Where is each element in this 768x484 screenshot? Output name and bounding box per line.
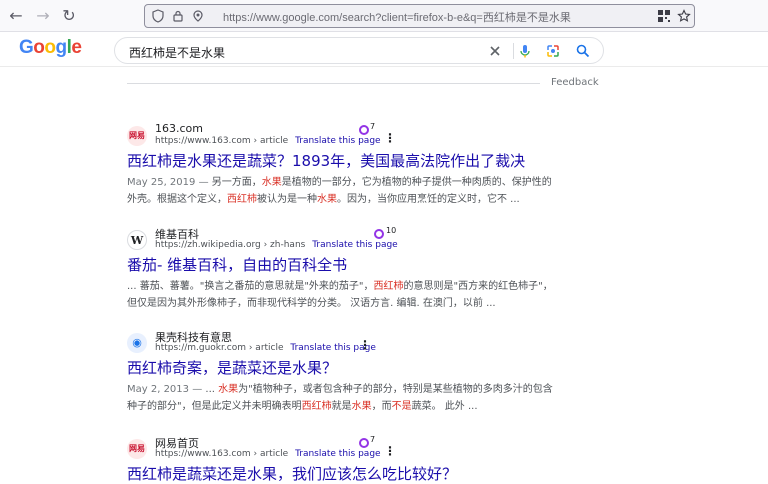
site-favicon-icon: 网易	[127, 126, 147, 146]
more-options-icon[interactable]: ⋮	[384, 132, 396, 144]
highlighted-term: 西红柿	[301, 401, 332, 412]
highlighted-term: 西红柿	[373, 281, 404, 292]
result-cite[interactable]: https://m.guokr.com › article Translate …	[155, 343, 376, 353]
feedback-link[interactable]: Feedback	[551, 77, 599, 88]
result-site-name[interactable]: 163.com	[155, 122, 203, 135]
divider	[513, 43, 514, 59]
site-favicon-icon: 网易	[127, 439, 147, 459]
snippet-text: 另一方面，	[211, 177, 262, 188]
result-title-link[interactable]: 西红柿是水果还是蔬菜？1893年，美国最高法院作出了裁决	[127, 150, 525, 171]
snippet-text: ...	[205, 384, 219, 395]
result-snippet: ... 蕃茄、蕃薯。"换言之番茄的意思就是"外来的茄子"，西红柿的意思则是"西方…	[127, 278, 557, 312]
google-doodle-logo[interactable]: Google	[19, 37, 82, 59]
highlighted-term: 水果	[317, 194, 337, 205]
search-icon[interactable]	[575, 43, 591, 59]
reload-icon[interactable]: ↻	[59, 6, 79, 26]
guokr-favicon-icon: ◉	[127, 333, 147, 353]
snippet-text: ... 蕃茄、蕃薯。"换言之番茄的意思就是"外来的茄子"，	[127, 281, 374, 292]
google-header: Google 西红柿是不是水果	[0, 33, 768, 67]
translate-link[interactable]: Translate this page	[312, 240, 398, 250]
lens-icon[interactable]	[545, 43, 561, 59]
perspectives-badge-icon[interactable]	[374, 229, 384, 239]
clear-icon[interactable]	[487, 43, 503, 59]
highlighted-term: 水果	[218, 384, 239, 395]
result-snippet: May 2, 2013 — ... 水果为"植物种子，或者包含种子的部分，特别是…	[127, 381, 557, 415]
browser-toolbar: ← → ↻ https://www.google.com/search?clie…	[0, 0, 768, 32]
back-icon[interactable]: ←	[6, 6, 26, 26]
result-url: https://www.163.com › article	[155, 136, 289, 146]
highlighted-term: 水果	[261, 177, 282, 188]
more-options-icon[interactable]: ⋮	[384, 445, 396, 457]
result-date: May 25, 2019 —	[127, 177, 212, 188]
result-url: https://www.163.com › article	[155, 449, 289, 459]
result-snippet: May 25, 2019 — 另一方面，水果是植物的一部分，它为植物的种子提供一…	[127, 174, 557, 208]
search-box[interactable]: 西红柿是不是水果	[114, 37, 604, 64]
result-cite[interactable]: https://zh.wikipedia.org › zh-hans Trans…	[155, 240, 398, 250]
result-date: May 2, 2013 —	[127, 384, 206, 395]
snippet-text: ，而	[371, 401, 392, 412]
snippet-text: 就是	[331, 401, 352, 412]
snippet-text: 被认为是一种	[257, 194, 317, 205]
translate-link[interactable]: Translate this page	[295, 449, 381, 459]
result-url: https://zh.wikipedia.org › zh-hans	[155, 240, 306, 250]
perspectives-badge-icon[interactable]	[359, 438, 369, 448]
result-title-link[interactable]: 西红柿是蔬菜还是水果，我们应该怎么吃比较好？	[127, 463, 457, 484]
translate-link[interactable]: Translate this page	[295, 136, 381, 146]
address-bar[interactable]: https://www.google.com/search?client=fir…	[144, 4, 695, 28]
lock-icon[interactable]	[171, 9, 185, 23]
more-options-icon[interactable]: ⋮	[359, 339, 371, 351]
qr-code-icon[interactable]	[657, 9, 671, 23]
snippet-text: 。因为，当你应用烹饪的定义时，它不 ...	[337, 194, 520, 205]
permissions-icon[interactable]	[191, 9, 205, 23]
microphone-icon[interactable]	[517, 43, 533, 59]
perspectives-badge-icon[interactable]	[359, 125, 369, 135]
forward-icon[interactable]: →	[33, 6, 53, 26]
result-title-link[interactable]: 番茄- 维基百科，自由的百科全书	[127, 254, 347, 275]
result-cite[interactable]: https://www.163.com › article Translate …	[155, 136, 381, 146]
badge-count: 7	[370, 435, 376, 444]
bookmark-star-icon[interactable]	[677, 9, 691, 23]
highlighted-term: 水果	[351, 401, 372, 412]
badge-count: 7	[370, 122, 376, 131]
highlighted-term: 西红柿	[227, 194, 257, 205]
snippet-text: 蔬菜。 此外 ...	[411, 401, 478, 412]
result-cite[interactable]: https://www.163.com › article Translate …	[155, 449, 381, 459]
wikipedia-icon: W	[127, 230, 147, 250]
shield-icon[interactable]	[151, 9, 165, 23]
result-url: https://m.guokr.com › article	[155, 343, 284, 353]
search-input[interactable]: 西红柿是不是水果	[129, 44, 225, 61]
highlighted-term: 不是	[391, 401, 412, 412]
divider	[127, 83, 540, 84]
url-text[interactable]: https://www.google.com/search?client=fir…	[223, 9, 571, 25]
badge-count: 10	[386, 226, 397, 235]
result-title-link[interactable]: 西红柿奇案，是蔬菜还是水果？	[127, 357, 337, 378]
